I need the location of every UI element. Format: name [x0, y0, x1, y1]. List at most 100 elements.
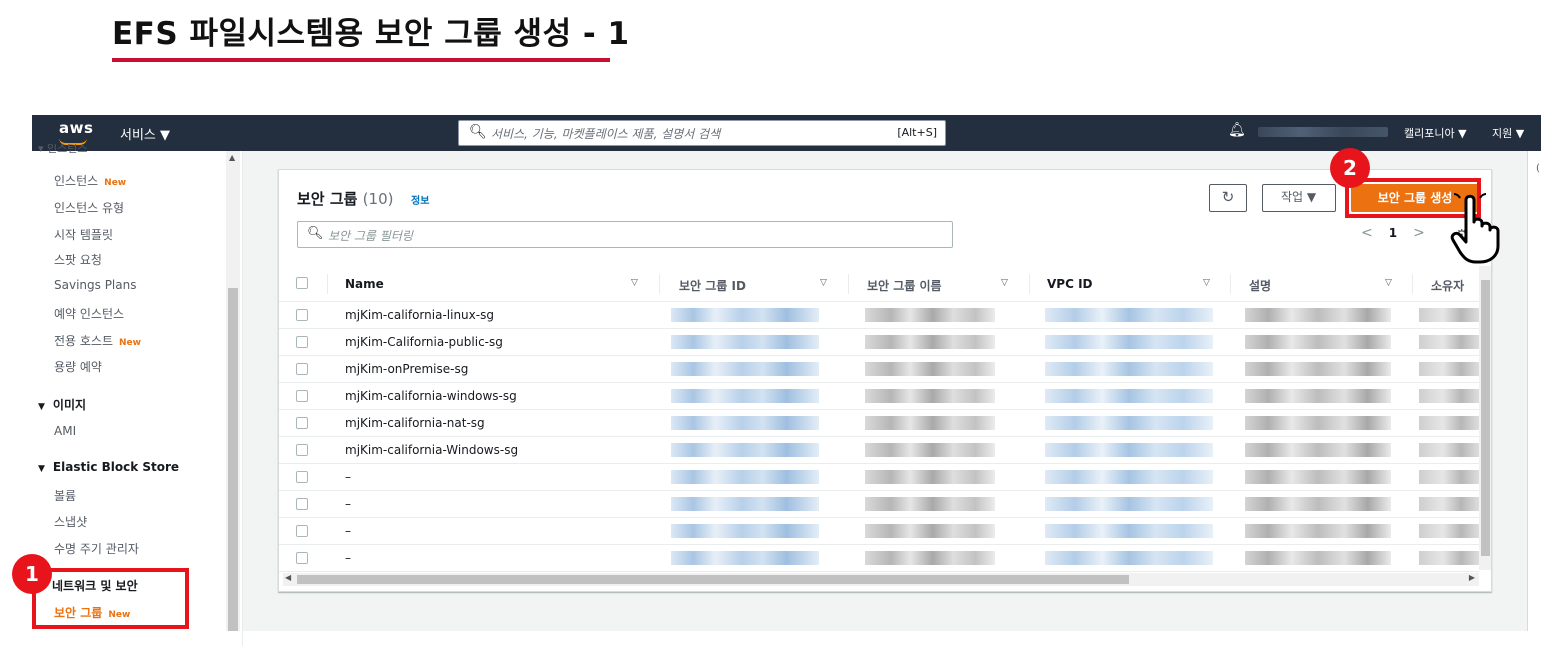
account-name-redacted[interactable]: [1258, 127, 1388, 137]
table-row[interactable]: –: [279, 491, 1479, 518]
sidebar-item-instance-types[interactable]: 인스턴스 유형: [54, 199, 124, 216]
sidebar-item-volumes[interactable]: 볼륨: [54, 487, 76, 504]
redacted-group-id: [671, 551, 819, 565]
table-row[interactable]: mjKim-california-windows-sg: [279, 383, 1479, 410]
redacted-vpc-id: [1045, 524, 1213, 538]
table-row[interactable]: mjKim-onPremise-sg: [279, 356, 1479, 383]
table-row[interactable]: mjKim-california-nat-sg: [279, 410, 1479, 437]
row-checkbox[interactable]: [296, 417, 308, 429]
sort-caret-icon[interactable]: ▽: [631, 278, 638, 288]
column-header-group-name[interactable]: 보안 그룹 이름: [867, 277, 942, 294]
redacted-owner: [1419, 551, 1479, 565]
column-header-group-id[interactable]: 보안 그룹 ID: [679, 277, 746, 294]
new-badge: New: [119, 338, 141, 348]
refresh-button[interactable]: ↻: [1209, 184, 1247, 212]
redacted-group-name: [865, 470, 995, 484]
panel-title: 보안 그룹 (10): [297, 190, 394, 208]
sidebar-item-lifecycle-manager[interactable]: 수명 주기 관리자: [54, 540, 139, 557]
row-checkbox[interactable]: [296, 444, 308, 456]
row-checkbox[interactable]: [296, 552, 308, 564]
bell-icon[interactable]: 🔔︎: [1228, 122, 1246, 138]
redacted-description: [1245, 362, 1391, 376]
row-checkbox[interactable]: [296, 390, 308, 402]
column-header-owner[interactable]: 소유자: [1431, 277, 1464, 294]
services-menu[interactable]: 서비스 ▼: [120, 124, 170, 143]
redacted-group-id: [671, 416, 819, 430]
security-group-name[interactable]: –: [345, 524, 351, 538]
sort-caret-icon[interactable]: ▽: [820, 278, 827, 288]
sidebar-item-launch-templates[interactable]: 시작 템플릿: [54, 226, 113, 243]
redacted-group-name: [865, 416, 995, 430]
table-row[interactable]: –: [279, 518, 1479, 545]
security-group-name[interactable]: –: [345, 497, 351, 511]
sort-caret-icon[interactable]: ▽: [1203, 278, 1210, 288]
sort-caret-icon[interactable]: ▽: [1001, 278, 1008, 288]
redacted-group-name: [865, 308, 995, 322]
row-checkbox[interactable]: [296, 363, 308, 375]
security-group-name[interactable]: mjKim-California-public-sg: [345, 335, 503, 349]
sidebar-item-spot-requests[interactable]: 스팟 요청: [54, 251, 102, 268]
column-header-name[interactable]: Name: [345, 277, 384, 291]
sort-caret-icon[interactable]: ▽: [1385, 278, 1392, 288]
sidebar-item-reserved-instances[interactable]: 예약 인스턴스: [54, 305, 124, 322]
sidebar-scrollbar-thumb[interactable]: [228, 288, 238, 631]
table-row[interactable]: mjKim-california-Windows-sg: [279, 437, 1479, 464]
horizontal-scrollbar-thumb[interactable]: [297, 575, 1129, 584]
table-row[interactable]: –: [279, 545, 1479, 572]
sidebar-item-capacity-reservations[interactable]: 용량 예약: [54, 358, 102, 375]
sidebar-group-ebs[interactable]: ▼ Elastic Block Store: [38, 460, 179, 474]
redacted-group-name: [865, 497, 995, 511]
aws-logo[interactable]: aws: [59, 119, 93, 137]
sidebar-item-snapshots[interactable]: 스냅샷: [54, 513, 87, 530]
sidebar-item-ami[interactable]: AMI: [54, 424, 76, 438]
table-row[interactable]: mjKim-california-linux-sg: [279, 302, 1479, 329]
global-search[interactable]: 🔍︎ 서비스, 기능, 마켓플레이스 제품, 설명서 검색 [Alt+S]: [458, 120, 946, 146]
redacted-owner: [1419, 497, 1479, 511]
security-groups-panel: 보안 그룹 (10) 정보 ↻ 작업 ▼ 보안 그룹 생성 🔍︎ 보안 그룹 필…: [278, 169, 1492, 592]
row-checkbox[interactable]: [296, 471, 308, 483]
security-group-name[interactable]: mjKim-california-nat-sg: [345, 416, 485, 430]
row-checkbox[interactable]: [296, 309, 308, 321]
sidebar-item-instances[interactable]: 인스턴스 New: [54, 172, 126, 189]
sidebar-group-instances-partial[interactable]: ▾ 인스턴스: [38, 144, 188, 154]
next-page-icon[interactable]: >: [1413, 225, 1425, 241]
row-checkbox[interactable]: [296, 498, 308, 510]
select-all-checkbox[interactable]: [296, 277, 308, 289]
sidebar-group-images[interactable]: ▼ 이미지: [38, 396, 86, 413]
scroll-up-arrow-icon[interactable]: ▲: [229, 153, 235, 162]
row-checkbox[interactable]: [296, 336, 308, 348]
column-divider: [1230, 274, 1231, 294]
prev-page-icon[interactable]: <: [1361, 225, 1373, 241]
table-vertical-scrollbar[interactable]: [1479, 266, 1491, 570]
region-selector[interactable]: 캘리포니아 ▼: [1404, 125, 1467, 141]
scroll-right-arrow-icon[interactable]: ▶: [1469, 573, 1475, 582]
info-link[interactable]: 정보: [411, 192, 429, 207]
vertical-scrollbar-thumb[interactable]: [1481, 280, 1490, 556]
security-group-name[interactable]: –: [345, 551, 351, 565]
table-row[interactable]: –: [279, 464, 1479, 491]
redacted-vpc-id: [1045, 362, 1213, 376]
redacted-owner: [1419, 335, 1479, 349]
sidebar-item-savings-plans[interactable]: Savings Plans: [54, 278, 136, 292]
sidebar-item-dedicated-hosts[interactable]: 전용 호스트 New: [54, 332, 141, 349]
security-group-name[interactable]: mjKim-california-windows-sg: [345, 389, 517, 403]
security-group-name[interactable]: mjKim-california-linux-sg: [345, 308, 494, 322]
redacted-group-id: [671, 335, 819, 349]
info-panel-icon[interactable]: (: [1536, 163, 1540, 174]
security-group-name[interactable]: –: [345, 470, 351, 484]
security-group-name[interactable]: mjKim-california-Windows-sg: [345, 443, 518, 457]
column-header-description[interactable]: 설명: [1249, 277, 1271, 294]
column-header-vpc-id[interactable]: VPC ID: [1047, 277, 1093, 291]
table-horizontal-scrollbar[interactable]: ◀ ▶: [283, 573, 1479, 586]
redacted-owner: [1419, 389, 1479, 403]
table-row[interactable]: mjKim-California-public-sg: [279, 329, 1479, 356]
row-checkbox[interactable]: [296, 525, 308, 537]
security-group-name[interactable]: mjKim-onPremise-sg: [345, 362, 468, 376]
highlight-box-step-1: [32, 568, 189, 629]
actions-button[interactable]: 작업 ▼: [1262, 184, 1336, 212]
redacted-owner: [1419, 416, 1479, 430]
support-menu[interactable]: 지원 ▼: [1492, 125, 1524, 141]
security-group-filter[interactable]: 🔍︎ 보안 그룹 필터링: [297, 221, 953, 248]
current-page[interactable]: 1: [1389, 226, 1397, 240]
scroll-left-arrow-icon[interactable]: ◀: [285, 573, 291, 582]
